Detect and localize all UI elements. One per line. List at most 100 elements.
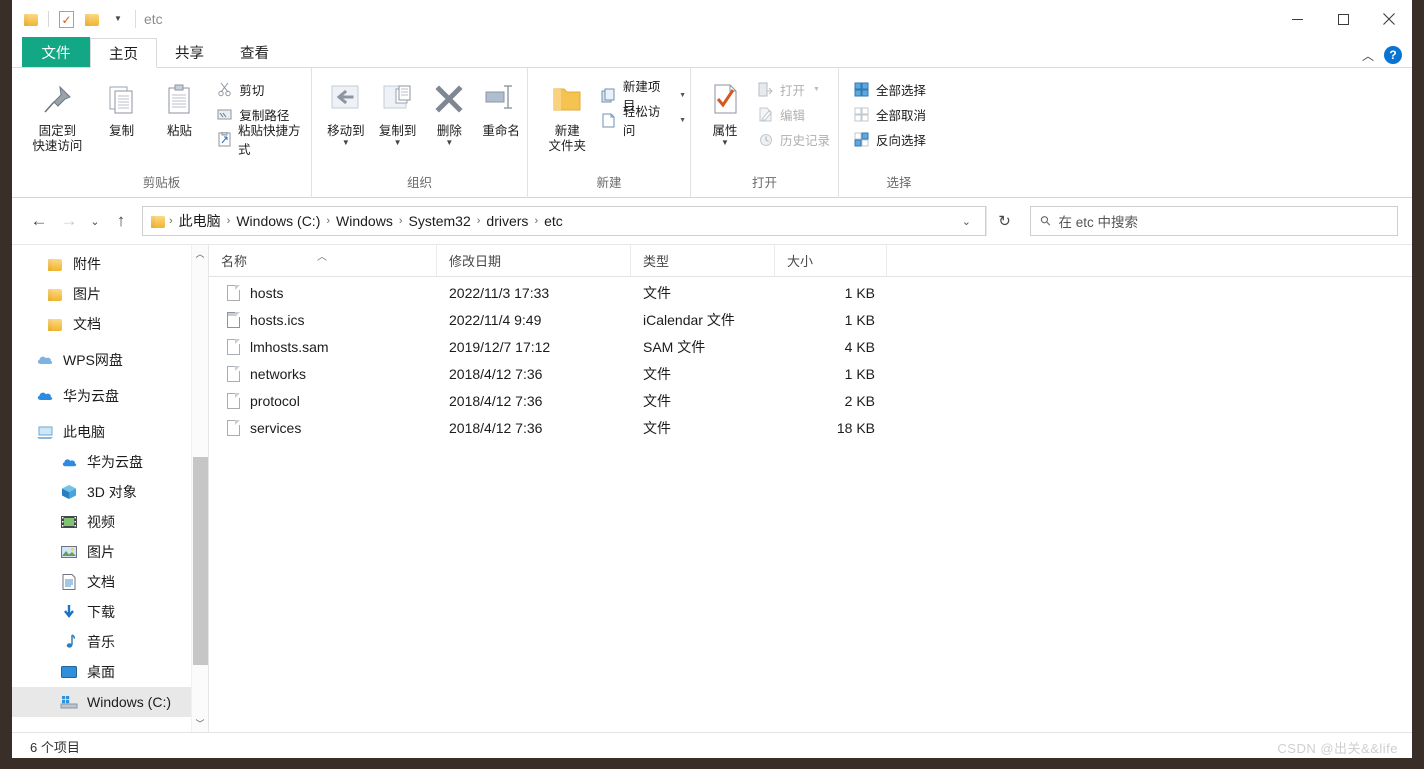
delete-icon [432, 78, 466, 122]
tab-view[interactable]: 查看 [222, 37, 287, 67]
file-type: 文件 [643, 419, 671, 436]
sidebar-item-3d-objects[interactable]: 3D 对象 [12, 477, 208, 507]
select-none-button[interactable]: 全部取消 [853, 103, 930, 125]
scroll-down-arrow-icon[interactable]: ﹀ [192, 715, 208, 732]
refresh-button[interactable]: ↻ [986, 206, 1022, 236]
recent-locations-button[interactable]: ⌄ [84, 206, 106, 236]
sidebar-item-pictures[interactable]: 图片 [12, 537, 208, 567]
delete-caret-icon[interactable]: ▼ [445, 139, 453, 147]
qat-customize-caret-icon[interactable]: ▼ [105, 6, 131, 32]
sidebar-item-videos[interactable]: 视频 [12, 507, 208, 537]
file-date: 2018/4/12 7:36 [449, 419, 543, 436]
select-small-commands: 全部选择 全部取消 反向选择 [853, 74, 930, 150]
scroll-up-arrow-icon[interactable]: ︿ [192, 245, 208, 262]
breadcrumb-item-this-pc[interactable]: 此电脑 [174, 211, 226, 231]
forward-button[interactable]: → [54, 206, 84, 236]
sidebar-item-wps-cloud[interactable]: WPS网盘 [12, 345, 208, 375]
help-icon[interactable]: ? [1384, 46, 1402, 64]
clipboard-small-commands: 剪切 复制路径 粘贴快捷方式 [216, 74, 311, 157]
table-row[interactable]: networks 2018/4/12 7:36 文件 1 KB [209, 360, 1412, 387]
tab-file[interactable]: 文件 [22, 37, 90, 67]
column-label: 名称 [221, 254, 248, 269]
file-icon [227, 365, 240, 382]
copy-button[interactable]: 复制 [95, 74, 149, 139]
maximize-button[interactable] [1320, 0, 1366, 38]
paste-button[interactable]: 粘贴 [153, 74, 207, 139]
address-dropdown-icon[interactable]: ⌄ [954, 215, 979, 228]
column-header-name[interactable]: 名称 ︿ [209, 245, 437, 276]
history-button[interactable]: 历史记录 [757, 128, 834, 150]
sidebar-item-music[interactable]: 音乐 [12, 627, 208, 657]
properties-button[interactable]: 属性 ▼ [701, 74, 749, 147]
table-row[interactable]: services 2018/4/12 7:36 文件 18 KB [209, 414, 1412, 441]
edit-button[interactable]: 编辑 [757, 103, 834, 125]
sidebar-item-desktop[interactable]: 桌面 [12, 657, 208, 687]
tab-share[interactable]: 共享 [157, 37, 222, 67]
back-button[interactable]: ← [24, 206, 54, 236]
breadcrumb-item-windows[interactable]: Windows [331, 213, 398, 229]
table-row[interactable]: hosts 2022/11/3 17:33 文件 1 KB [209, 279, 1412, 306]
properties-caret-icon[interactable]: ▼ [721, 139, 729, 147]
paste-shortcut-button[interactable]: 粘贴快捷方式 [216, 124, 311, 157]
column-header-type[interactable]: 类型 [631, 245, 775, 276]
move-to-caret-icon[interactable]: ▼ [342, 139, 350, 147]
cut-button[interactable]: 剪切 [216, 78, 311, 100]
breadcrumb-item-etc[interactable]: etc [539, 213, 568, 229]
properties-icon [710, 78, 740, 122]
scrollbar-thumb[interactable] [193, 457, 208, 665]
sidebar-item-huawei-cloud-pc[interactable]: 华为云盘 [12, 447, 208, 477]
breadcrumb-item-drivers[interactable]: drivers [481, 213, 533, 229]
history-icon [757, 131, 774, 148]
sidebar-item-huawei-cloud[interactable]: 华为云盘 [12, 381, 208, 411]
table-row[interactable]: protocol 2018/4/12 7:36 文件 2 KB [209, 387, 1412, 414]
breadcrumb-item-system32[interactable]: System32 [404, 213, 476, 229]
cut-label: 剪切 [239, 83, 265, 98]
file-type: 文件 [643, 365, 671, 382]
open-label: 打开 [780, 83, 806, 98]
sidebar-item-this-pc[interactable]: 此电脑 [12, 417, 208, 447]
qat-new-folder-icon[interactable] [79, 6, 105, 32]
rename-button[interactable]: 重命名 [475, 74, 527, 139]
breadcrumb-item-windows-c[interactable]: Windows (C:) [231, 213, 325, 229]
tab-home[interactable]: 主页 [90, 38, 157, 68]
sidebar-item-documents[interactable]: 文档 [12, 567, 208, 597]
qat-folder-icon[interactable] [18, 6, 44, 32]
select-all-button[interactable]: 全部选择 [853, 78, 930, 100]
sidebar-item-accessories[interactable]: 附件 [12, 249, 208, 279]
ribbon-group-select: 全部选择 全部取消 反向选择 选择 [839, 68, 959, 198]
group-label-new: 新建 [596, 176, 622, 190]
move-to-button[interactable]: 移动到 ▼ [320, 74, 372, 147]
title-separator [135, 10, 136, 28]
sidebar-scrollbar[interactable]: ︿ ﹀ [191, 245, 208, 732]
collapse-ribbon-icon[interactable]: ︿ [1362, 47, 1374, 64]
close-button[interactable] [1366, 0, 1412, 38]
table-row[interactable]: hosts.ics 2022/11/4 9:49 iCalendar 文件 1 … [209, 306, 1412, 333]
sidebar-item-documents-fav[interactable]: 文档 [12, 309, 208, 339]
column-header-size[interactable]: 大小 [775, 245, 887, 276]
invert-selection-button[interactable]: 反向选择 [853, 128, 930, 150]
sidebar-item-pictures-fav[interactable]: 图片 [12, 279, 208, 309]
search-box[interactable]: ⚲ 在 etc 中搜索 [1030, 206, 1398, 236]
up-button[interactable]: ↑ [106, 206, 136, 236]
copy-to-caret-icon[interactable]: ▼ [394, 139, 402, 147]
new-folder-button[interactable]: 新建 文件夹 [540, 74, 595, 154]
open-button[interactable]: 打开 ▼ [757, 78, 834, 100]
new-item-caret-icon[interactable]: ▼ [679, 92, 686, 99]
column-header-date[interactable]: 修改日期 [437, 245, 631, 276]
sidebar-item-windows-c[interactable]: Windows (C:) [12, 687, 208, 717]
easy-access-button[interactable]: 轻松访问 ▼ [601, 105, 691, 138]
delete-button[interactable]: 删除 ▼ [424, 74, 476, 147]
address-bar: ← → ⌄ ↑ › 此电脑 › Windows (C:) › Windows ›… [12, 198, 1412, 244]
qat-properties-icon[interactable]: ✓ [53, 6, 79, 32]
group-label-organize: 组织 [406, 176, 432, 190]
open-caret-icon[interactable]: ▼ [813, 86, 820, 93]
pin-to-quick-access-button[interactable]: 固定到 快速访问 [24, 74, 91, 154]
table-row[interactable]: lmhosts.sam 2019/12/7 17:12 SAM 文件 4 KB [209, 333, 1412, 360]
breadcrumb-bar[interactable]: › 此电脑 › Windows (C:) › Windows › System3… [142, 206, 986, 236]
file-name-cell: hosts.ics [209, 311, 437, 328]
sidebar-item-downloads[interactable]: 下载 [12, 597, 208, 627]
easy-access-caret-icon[interactable]: ▼ [679, 117, 686, 124]
minimize-button[interactable] [1274, 0, 1320, 38]
copy-to-button[interactable]: 复制到 ▼ [372, 74, 424, 147]
ribbon-group-new: 新建 文件夹 新建项目 ▼ 轻松访问 ▼ 新建 [528, 68, 691, 198]
